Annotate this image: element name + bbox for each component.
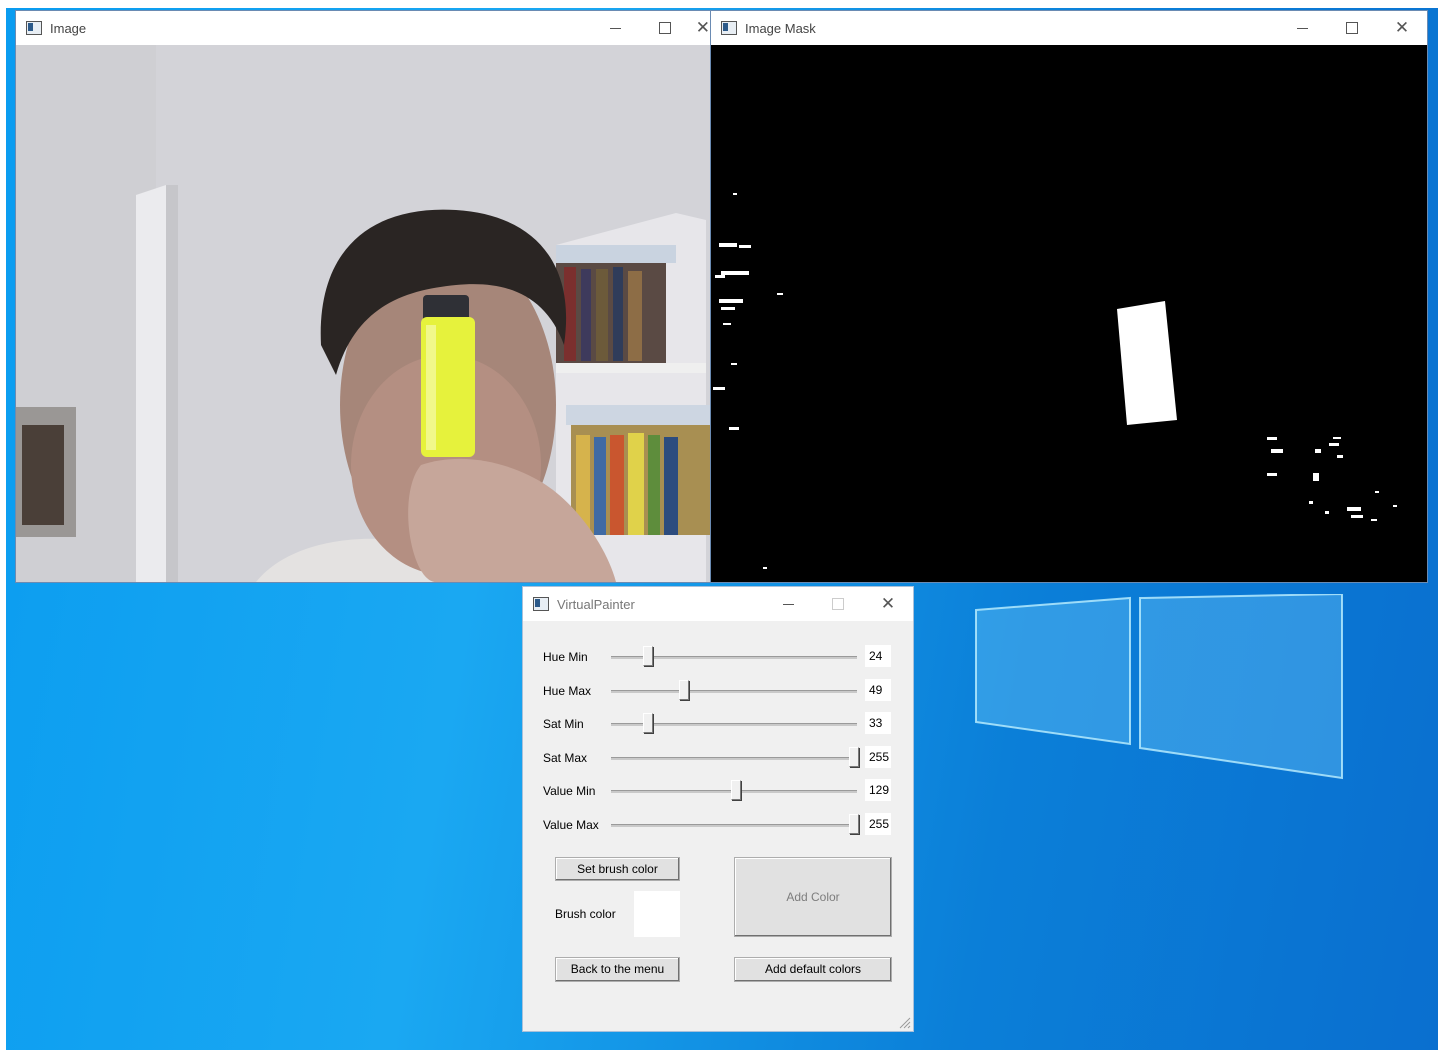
slider-row: Sat Max 255 bbox=[543, 746, 903, 770]
window-title: Image bbox=[50, 20, 87, 36]
slider-row: Value Max 255 bbox=[543, 813, 903, 837]
mask-image bbox=[711, 45, 1427, 582]
app-icon bbox=[533, 597, 549, 611]
virtualpainter-titlebar[interactable]: VirtualPainter ✕ bbox=[523, 587, 913, 621]
add-default-colors-button[interactable]: Add default colors bbox=[734, 957, 892, 982]
maximize-button bbox=[813, 587, 863, 621]
add-color-button[interactable]: Add Color bbox=[734, 857, 892, 937]
slider-label: Value Min bbox=[543, 784, 596, 798]
image-mask-window-titlebar[interactable]: Image Mask ✕ bbox=[711, 11, 1427, 45]
maximize-button[interactable] bbox=[1327, 11, 1377, 45]
slider-thumb[interactable] bbox=[643, 646, 653, 666]
slider-value: 255 bbox=[865, 746, 891, 768]
slider-value: 24 bbox=[865, 645, 891, 667]
slider-thumb[interactable] bbox=[679, 680, 689, 700]
image-mask-window[interactable]: Image Mask ✕ bbox=[710, 10, 1428, 583]
slider-thumb[interactable] bbox=[849, 814, 859, 834]
slider-row: Hue Min 24 bbox=[543, 645, 903, 669]
brush-color-swatch bbox=[634, 891, 680, 937]
slider-row: Hue Max 49 bbox=[543, 679, 903, 703]
slider-label: Sat Min bbox=[543, 717, 584, 731]
camera-feed-image bbox=[16, 45, 710, 582]
slider-label: Hue Min bbox=[543, 650, 588, 664]
brush-color-label: Brush color bbox=[555, 907, 616, 921]
slider-thumb[interactable] bbox=[643, 713, 653, 733]
slider-label: Sat Max bbox=[543, 751, 588, 765]
close-button[interactable]: ✕ bbox=[690, 11, 710, 45]
minimize-button[interactable] bbox=[1277, 11, 1327, 45]
slider-value: 255 bbox=[865, 813, 891, 835]
slider-thumb[interactable] bbox=[731, 780, 741, 800]
window-title: Image Mask bbox=[745, 20, 816, 36]
minimize-button[interactable] bbox=[590, 11, 640, 45]
set-brush-color-button[interactable]: Set brush color bbox=[555, 857, 680, 881]
painter-controls: Hue Min 24 Hue Max 49 Sat Min 33 Sat Max 255 Val… bbox=[523, 621, 913, 1031]
image-window[interactable]: Image ✕ bbox=[15, 10, 711, 583]
slider-label: Value Max bbox=[543, 818, 599, 832]
window-title: VirtualPainter bbox=[557, 596, 635, 612]
slider-value: 129 bbox=[865, 779, 891, 801]
minimize-button[interactable] bbox=[763, 587, 813, 621]
app-icon bbox=[26, 21, 42, 35]
slider-value: 49 bbox=[865, 679, 891, 701]
slider-label: Hue Max bbox=[543, 684, 592, 698]
slider-row: Sat Min 33 bbox=[543, 712, 903, 736]
close-button[interactable]: ✕ bbox=[863, 587, 913, 621]
resize-grip-icon[interactable] bbox=[899, 1017, 911, 1029]
app-icon bbox=[721, 21, 737, 35]
slider-row: Value Min 129 bbox=[543, 779, 903, 803]
slider-value: 33 bbox=[865, 712, 891, 734]
windows-logo bbox=[975, 594, 1343, 780]
back-to-menu-button[interactable]: Back to the menu bbox=[555, 957, 680, 982]
maximize-button[interactable] bbox=[640, 11, 690, 45]
virtualpainter-window[interactable]: VirtualPainter ✕ Hue Min 24 Hue Max 49 Sat M… bbox=[522, 586, 914, 1032]
slider-track[interactable] bbox=[611, 690, 857, 693]
close-button[interactable]: ✕ bbox=[1377, 11, 1427, 45]
slider-track[interactable] bbox=[611, 757, 857, 760]
image-window-titlebar[interactable]: Image ✕ bbox=[16, 11, 710, 45]
slider-thumb[interactable] bbox=[849, 747, 859, 767]
slider-track[interactable] bbox=[611, 824, 857, 827]
